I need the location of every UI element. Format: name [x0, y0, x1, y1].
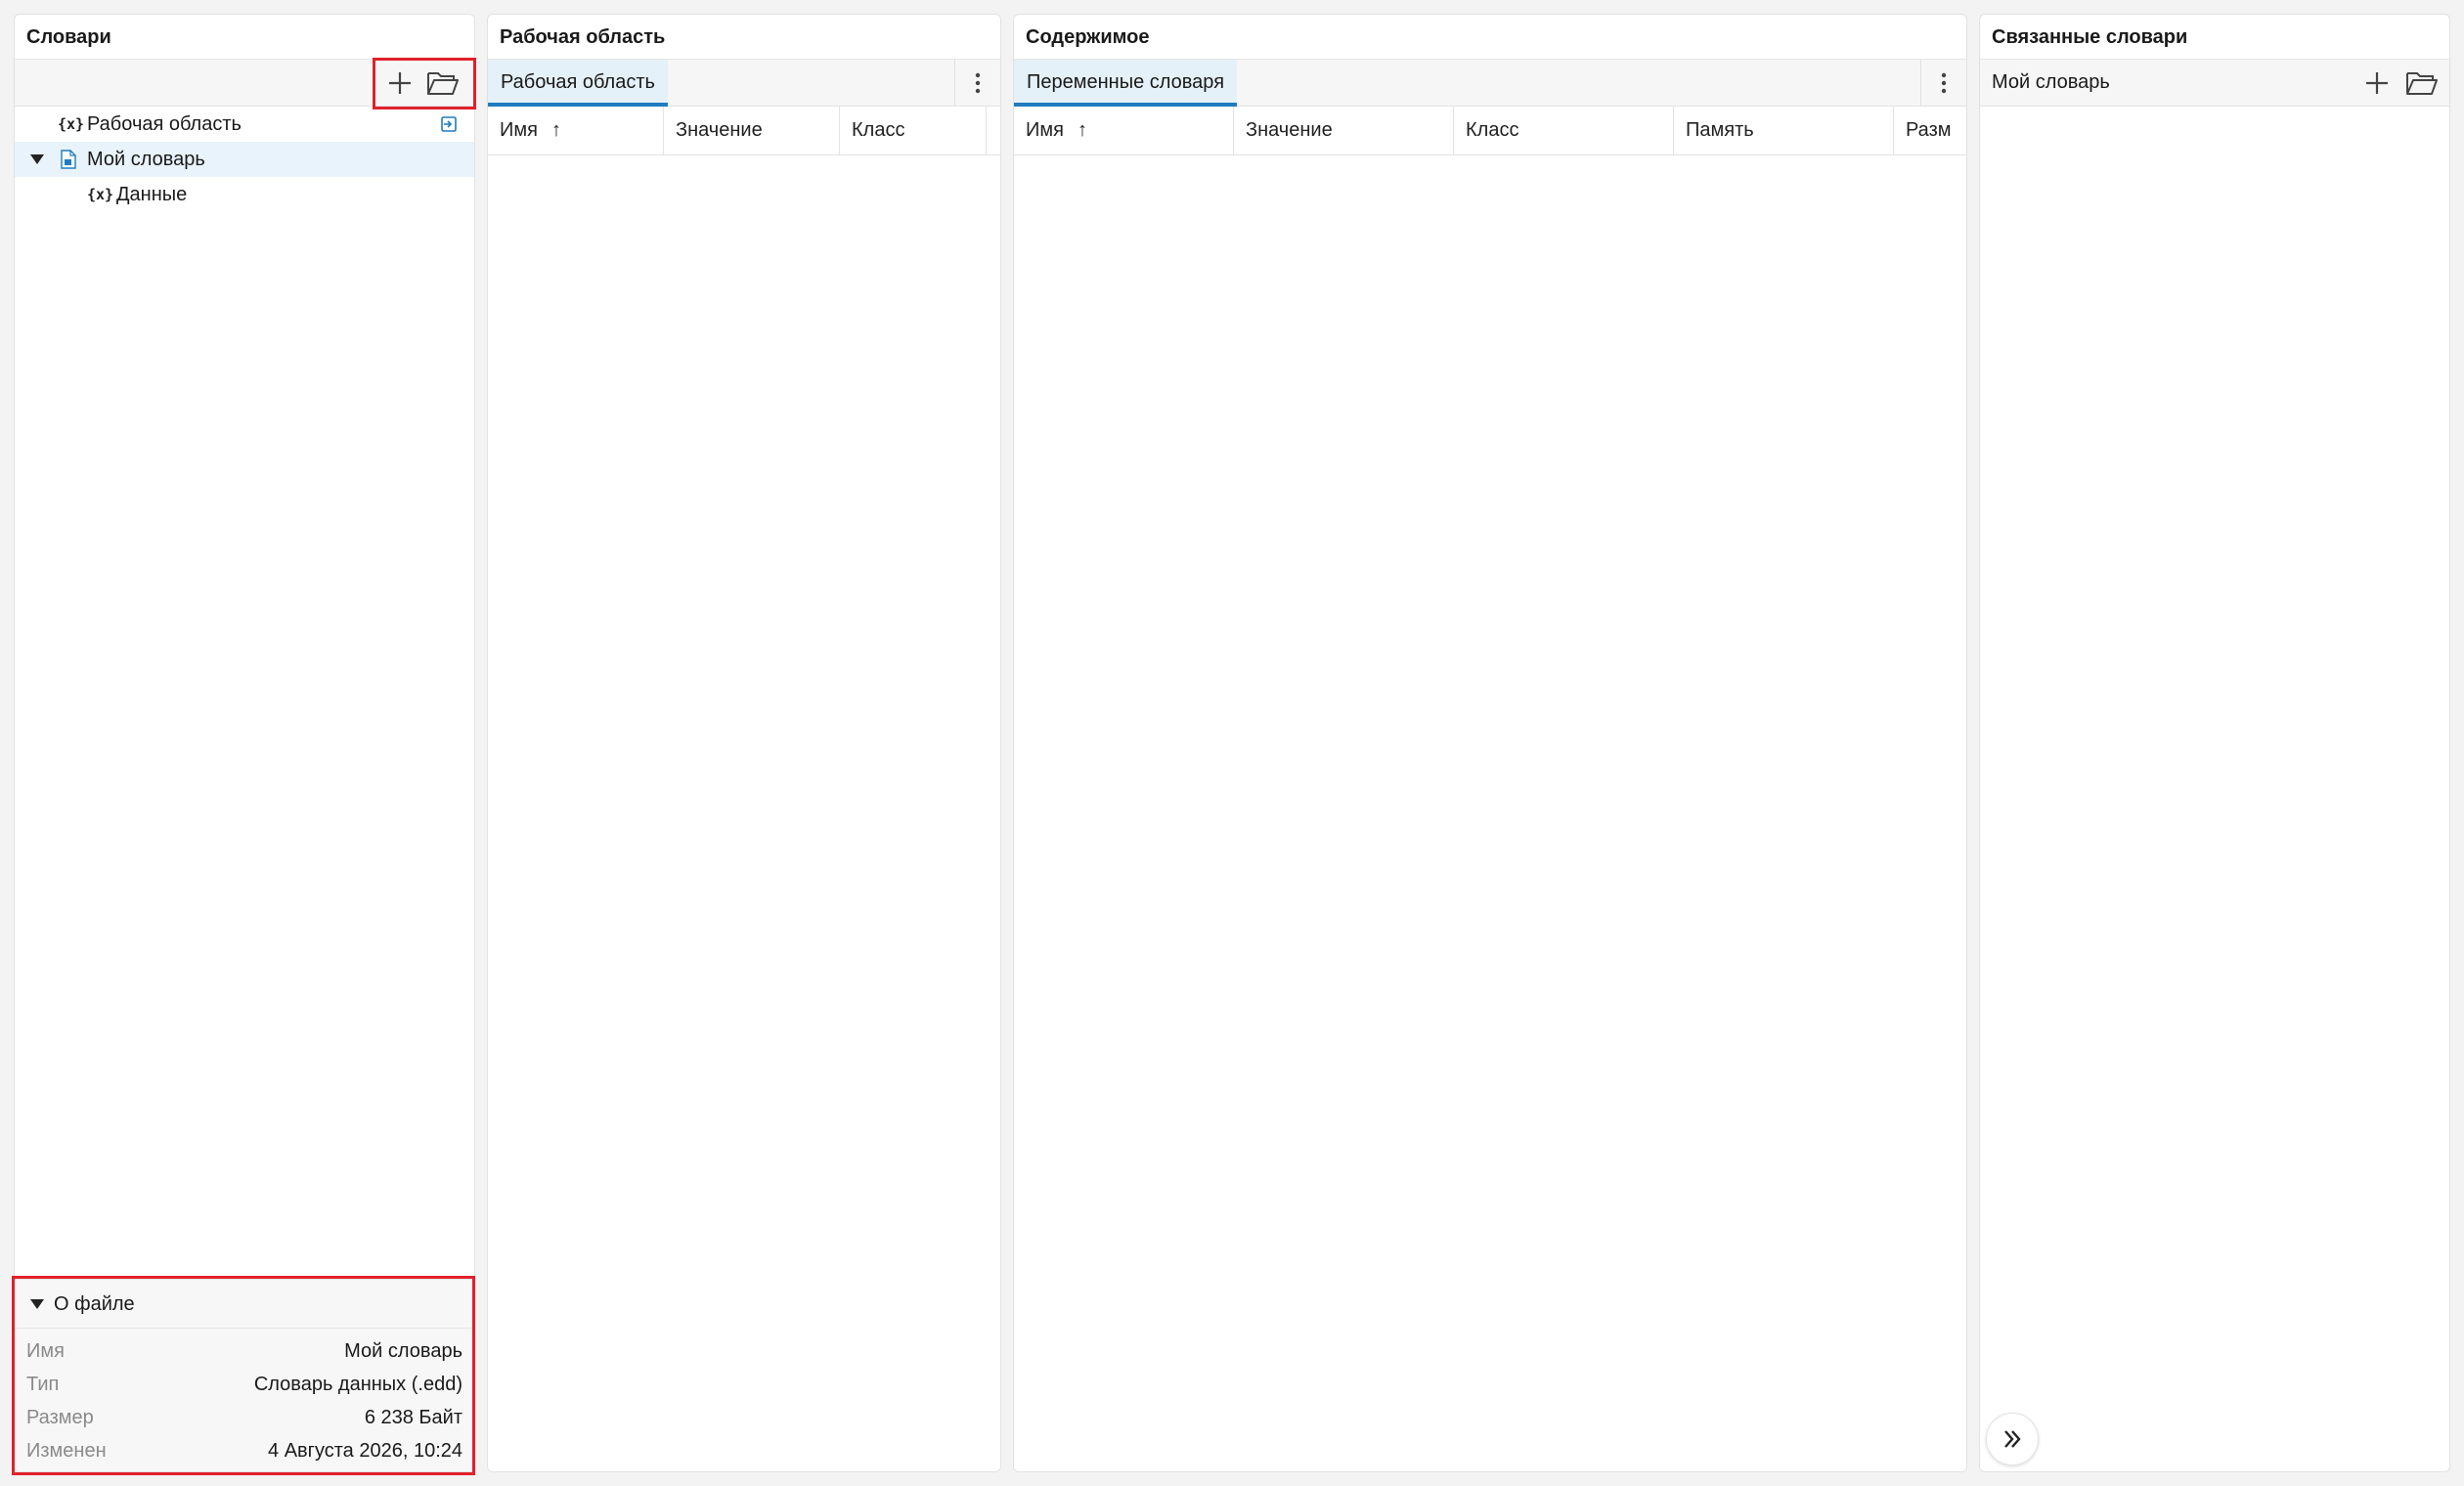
sort-ascending-icon: ↑	[550, 119, 561, 141]
tree-item-workspace[interactable]: {x} Рабочая область	[15, 107, 474, 142]
link-arrow-icon[interactable]	[439, 114, 459, 134]
add-dictionary-button[interactable]	[382, 66, 418, 101]
chevron-down-icon[interactable]	[30, 154, 44, 164]
dictionary-file-icon	[60, 150, 77, 169]
contents-panel: Содержимое Переменные словаря Имя ↑ Значе…	[1013, 14, 1967, 1472]
folder-open-icon	[427, 72, 459, 95]
file-info-title: О файле	[54, 1293, 135, 1315]
open-linked-dictionary-button[interactable]	[2402, 66, 2442, 101]
kebab-icon	[1941, 72, 1947, 93]
tab-dictionary-variables[interactable]: Переменные словаря	[1014, 60, 1238, 107]
dictionaries-tree: {x} Рабочая область Мой словарь {x} Данн…	[15, 107, 474, 212]
column-header-value[interactable]: Значение	[1234, 107, 1454, 154]
workspace-more-button[interactable]	[954, 60, 1000, 106]
file-info-value: Словарь данных (.edd)	[253, 1374, 462, 1395]
file-info-row-name: Имя Мой словарь	[15, 1334, 474, 1368]
tree-item-label: Рабочая область	[87, 113, 242, 135]
dictionaries-panel-title: Словари	[15, 15, 474, 60]
file-info-key: Имя	[26, 1340, 65, 1362]
tab-workspace[interactable]: Рабочая область	[488, 60, 668, 107]
contents-more-button[interactable]	[1920, 60, 1966, 106]
tree-item-label: Данные	[116, 184, 188, 205]
column-header-class[interactable]: Класс	[840, 107, 987, 154]
column-header-class[interactable]: Класс	[1454, 107, 1674, 154]
double-chevron-right-icon	[2004, 1430, 2021, 1448]
column-header-label: Имя	[500, 119, 538, 141]
open-dictionary-button[interactable]	[423, 66, 462, 101]
plus-icon	[389, 72, 411, 94]
variable-icon: {x}	[87, 186, 114, 203]
tree-item-my-dictionary[interactable]: Мой словарь	[15, 142, 474, 177]
file-info-header[interactable]: О файле	[15, 1280, 474, 1329]
file-info-value: 6 238 Байт	[364, 1407, 462, 1428]
contents-panel-title: Содержимое	[1014, 15, 1966, 60]
file-info-key: Размер	[26, 1407, 94, 1428]
chevron-down-icon[interactable]	[30, 1299, 44, 1309]
column-header-label: Имя	[1026, 119, 1064, 141]
linked-dictionaries-panel: Связанные словари Мой словарь	[1979, 14, 2450, 1472]
kebab-icon	[975, 72, 981, 93]
column-header-value[interactable]: Значение	[664, 107, 840, 154]
file-info-row-modified: Изменен 4 Августа 2026, 10:24	[15, 1434, 474, 1467]
contents-tabbar: Переменные словаря	[1014, 60, 1966, 107]
sort-ascending-icon: ↑	[1077, 119, 1087, 141]
folder-open-icon	[2406, 72, 2438, 95]
column-header-name[interactable]: Имя ↑	[1014, 107, 1234, 154]
add-linked-dictionary-button[interactable]	[2359, 66, 2395, 101]
linked-toolbar: Мой словарь	[1980, 60, 2449, 107]
column-header-size[interactable]: Разм	[1894, 107, 1966, 154]
expand-panel-button[interactable]	[1986, 1413, 2039, 1465]
workspace-panel: Рабочая область Рабочая область Имя ↑ Зна…	[487, 14, 1001, 1472]
file-info-value: 4 Августа 2026, 10:24	[268, 1440, 462, 1462]
dictionaries-toolbar	[15, 60, 474, 107]
file-info-section: О файле Имя Мой словарь Тип Словарь данн…	[15, 1279, 474, 1471]
linked-panel-title: Связанные словари	[1980, 15, 2449, 60]
workspace-panel-title: Рабочая область	[488, 15, 1000, 60]
column-header-name[interactable]: Имя ↑	[488, 107, 664, 154]
linked-dictionary-label: Мой словарь	[1992, 71, 2110, 93]
file-info-value: Мой словарь	[344, 1340, 462, 1362]
file-info-row-size: Размер 6 238 Байт	[15, 1401, 474, 1434]
dictionaries-panel: Словари {x} Рабочая область Мой словарь …	[14, 14, 475, 1472]
variable-icon: {x}	[58, 115, 85, 133]
tree-item-data[interactable]: {x} Данные	[15, 177, 474, 212]
column-header-memory[interactable]: Память	[1674, 107, 1894, 154]
file-info-key: Тип	[26, 1374, 60, 1395]
file-info-row-type: Тип Словарь данных (.edd)	[15, 1368, 474, 1401]
workspace-column-headers: Имя ↑ Значение Класс	[488, 107, 1000, 155]
contents-column-headers: Имя ↑ Значение Класс Память Разм	[1014, 107, 1966, 155]
tree-item-label: Мой словарь	[87, 149, 205, 170]
workspace-tabbar: Рабочая область	[488, 60, 1000, 107]
file-info-key: Изменен	[26, 1440, 107, 1462]
plus-icon	[2366, 72, 2388, 94]
